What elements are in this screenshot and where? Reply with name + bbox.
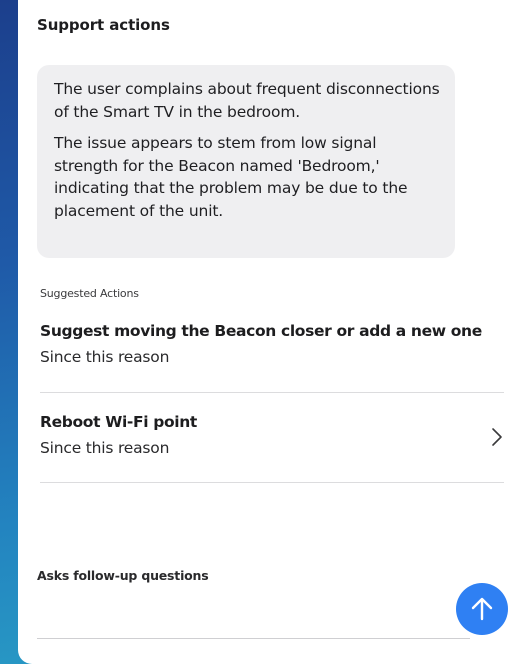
action-title: Suggest moving the Beacon closer or add … — [40, 322, 482, 340]
action-subtitle: Since this reason — [40, 348, 170, 366]
action-reboot-wifi-point[interactable]: Reboot Wi-Fi point Since this reason — [40, 412, 504, 483]
send-button[interactable] — [456, 583, 508, 635]
summary-paragraph: The user complains about frequent discon… — [54, 80, 440, 121]
suggested-actions-label: Suggested Actions — [40, 287, 139, 300]
followup-label: Asks follow-up questions — [37, 568, 209, 583]
chevron-right-icon[interactable] — [490, 426, 504, 448]
action-move-beacon[interactable]: Suggest moving the Beacon closer or add … — [40, 321, 504, 393]
action-subtitle: Since this reason — [40, 439, 170, 457]
arrow-up-icon — [471, 597, 493, 621]
followup-input[interactable] — [37, 588, 470, 639]
support-actions-panel: Support actions The user complains about… — [18, 0, 510, 664]
action-title: Reboot Wi-Fi point — [40, 413, 197, 431]
summary-bubble: The user complains about frequent discon… — [37, 65, 455, 258]
panel-title: Support actions — [37, 16, 170, 34]
summary-paragraph: The issue appears to stem from low signa… — [54, 134, 408, 220]
